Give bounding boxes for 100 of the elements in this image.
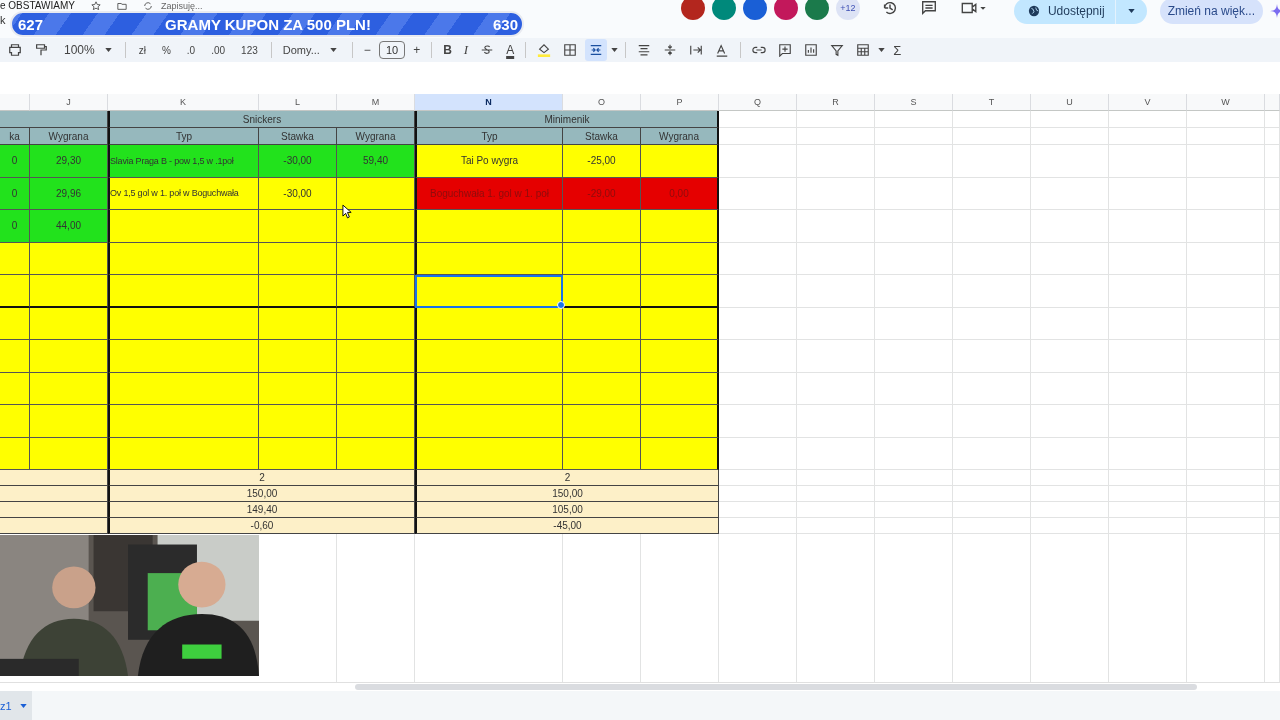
table-cell[interactable] <box>337 275 415 308</box>
folder-icon[interactable] <box>117 0 127 11</box>
table-cell[interactable] <box>415 340 563 373</box>
table-cell[interactable] <box>108 307 259 340</box>
table-cell[interactable] <box>563 307 641 340</box>
table-cell[interactable] <box>337 242 415 275</box>
caret-icon[interactable] <box>611 48 619 52</box>
table-cell[interactable] <box>415 372 563 405</box>
table-cell[interactable] <box>337 405 415 438</box>
column-header[interactable]: M <box>337 94 415 111</box>
table-cell[interactable] <box>563 437 641 470</box>
table-cell[interactable] <box>108 275 259 308</box>
increase-decimals-button[interactable]: .00 <box>205 44 232 56</box>
table-cell[interactable] <box>0 372 30 405</box>
column-header[interactable] <box>0 94 30 111</box>
table-cell[interactable]: 44,00 <box>30 210 108 243</box>
table-cell[interactable] <box>641 372 719 405</box>
column-header[interactable]: N <box>415 94 563 111</box>
table-cell[interactable] <box>108 405 259 438</box>
table-cell[interactable] <box>415 437 563 470</box>
column-header[interactable] <box>1265 94 1280 111</box>
table-cell[interactable]: Slavia Praga B - pow 1,5 w .1poł <box>108 145 259 178</box>
table-cell[interactable] <box>259 437 337 470</box>
table-cell[interactable]: 29,30 <box>30 145 108 178</box>
table-cell[interactable] <box>641 210 719 243</box>
increase-font-button[interactable]: + <box>409 43 425 57</box>
table-cell[interactable] <box>259 340 337 373</box>
merge-cells-icon[interactable] <box>585 39 608 61</box>
avatar[interactable] <box>680 0 705 20</box>
column-header[interactable]: W <box>1187 94 1265 111</box>
caret-icon[interactable] <box>878 48 886 52</box>
table-cell[interactable] <box>0 405 30 438</box>
table-cell[interactable] <box>641 405 719 438</box>
avatar[interactable] <box>742 0 767 20</box>
table-cell[interactable] <box>108 242 259 275</box>
table-cell[interactable] <box>108 372 259 405</box>
table-cell[interactable] <box>641 275 719 308</box>
table-cell[interactable]: 0 <box>0 177 30 210</box>
share-options-button[interactable] <box>1114 0 1147 24</box>
table-cell[interactable]: Ov 1,5 gol w 1. poł w Boguchwała <box>108 177 259 210</box>
table-cell[interactable] <box>259 242 337 275</box>
upgrade-button[interactable]: Zmień na więk... <box>1159 0 1263 24</box>
table-cell[interactable] <box>563 405 641 438</box>
menu-item[interactable]: k <box>0 14 6 26</box>
table-cell[interactable]: 59,40 <box>337 145 415 178</box>
table-cell[interactable] <box>108 210 259 243</box>
column-header[interactable]: S <box>875 94 953 111</box>
table-cell[interactable] <box>259 307 337 340</box>
comment-icon[interactable] <box>919 0 938 17</box>
decrease-decimals-button[interactable]: .0 <box>180 44 202 56</box>
table-cell[interactable]: -30,00 <box>259 145 337 178</box>
column-header[interactable]: J <box>30 94 108 111</box>
table-cell[interactable]: 29,96 <box>30 177 108 210</box>
avatar[interactable] <box>711 0 736 20</box>
table-cell[interactable] <box>563 210 641 243</box>
column-header[interactable]: P <box>641 94 719 111</box>
currency-button[interactable]: zł <box>132 44 152 56</box>
table-cell[interactable] <box>30 372 108 405</box>
table-cell[interactable]: 0 <box>0 145 30 178</box>
font-size-field[interactable]: 10 <box>378 41 406 59</box>
table-cell[interactable] <box>0 275 30 308</box>
sheet-tab[interactable]: z1 <box>0 691 32 720</box>
table-cell[interactable] <box>415 307 563 340</box>
table-cell[interactable] <box>30 275 108 308</box>
table-cell[interactable] <box>259 372 337 405</box>
table-cell[interactable] <box>108 437 259 470</box>
table-cell[interactable] <box>563 372 641 405</box>
table-cell[interactable] <box>337 372 415 405</box>
table-cell[interactable] <box>0 307 30 340</box>
table-cell[interactable] <box>30 242 108 275</box>
table-cell[interactable] <box>563 340 641 373</box>
more-users-badge[interactable]: +12 <box>835 0 860 20</box>
table-cell[interactable] <box>641 307 719 340</box>
table-cell[interactable] <box>415 405 563 438</box>
column-header[interactable]: O <box>563 94 641 111</box>
table-cell[interactable]: 0 <box>0 210 30 243</box>
number-format-button[interactable]: 123 <box>235 44 264 56</box>
table-cell[interactable] <box>415 242 563 275</box>
scrollbar-thumb[interactable] <box>355 684 1197 690</box>
zoom-dropdown[interactable]: 100% <box>56 43 118 57</box>
sparkle-icon[interactable] <box>1270 4 1280 18</box>
column-header[interactable]: K <box>108 94 259 111</box>
text-color-button[interactable]: A <box>502 43 519 57</box>
column-header[interactable]: L <box>259 94 337 111</box>
table-cell[interactable] <box>641 242 719 275</box>
decrease-font-button[interactable]: − <box>359 43 375 57</box>
table-cell[interactable] <box>415 275 563 308</box>
table-cell[interactable] <box>641 437 719 470</box>
table-cell[interactable] <box>337 307 415 340</box>
table-cell[interactable]: -25,00 <box>563 145 641 178</box>
column-header[interactable]: U <box>1031 94 1109 111</box>
table-cell[interactable] <box>108 340 259 373</box>
functions-button[interactable]: Σ <box>889 42 906 58</box>
document-title[interactable]: e OBSTAWIAMY <box>0 0 75 11</box>
table-cell[interactable] <box>415 210 563 243</box>
table-cell[interactable] <box>563 275 641 308</box>
star-icon[interactable] <box>91 0 101 11</box>
avatar[interactable] <box>773 0 798 20</box>
column-header[interactable]: Q <box>719 94 797 111</box>
table-cell[interactable] <box>30 437 108 470</box>
